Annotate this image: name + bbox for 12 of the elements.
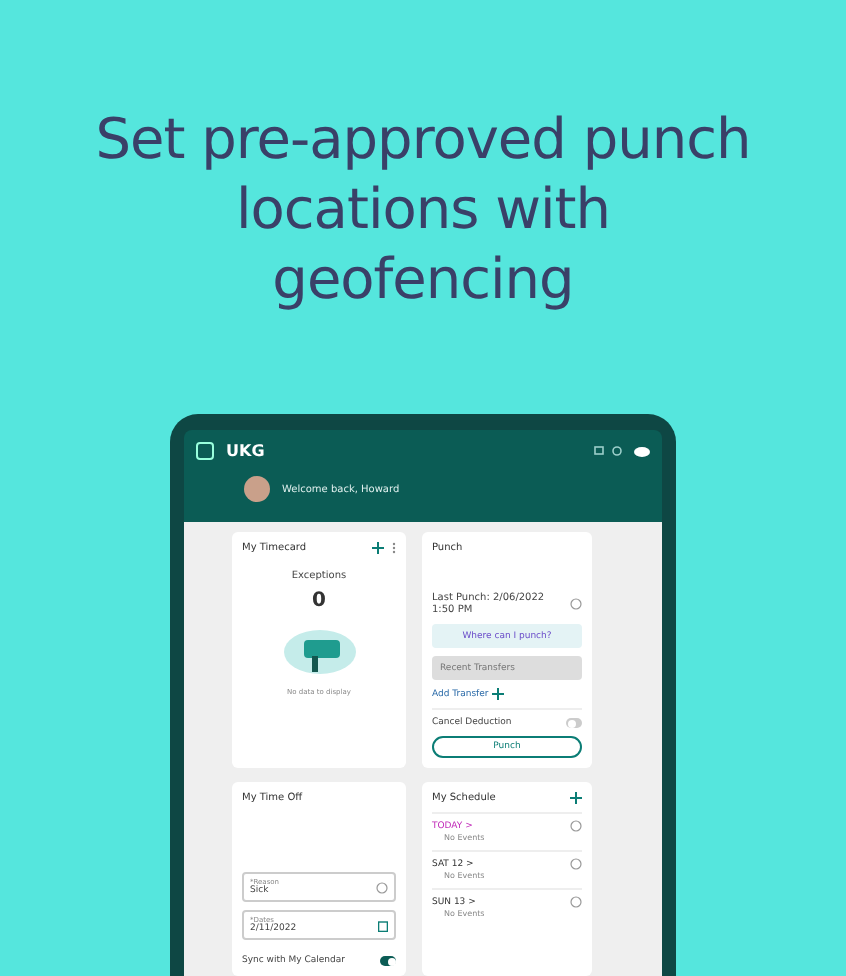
headline: Set pre-approved punch locations with geofencing [93, 104, 753, 314]
calendar-icon[interactable] [378, 919, 388, 931]
add-icon[interactable] [570, 792, 582, 804]
cancel-deduction-toggle[interactable] [566, 718, 582, 728]
sync-toggle[interactable] [380, 956, 396, 966]
menu-icon[interactable] [196, 442, 214, 460]
avatar [244, 476, 270, 502]
app-logo: UKG [226, 442, 265, 460]
add-icon[interactable] [492, 688, 505, 700]
exceptions-count: 0 [310, 590, 328, 612]
speech-bubble-icon[interactable] [630, 445, 650, 457]
add-icon[interactable] [372, 542, 384, 554]
